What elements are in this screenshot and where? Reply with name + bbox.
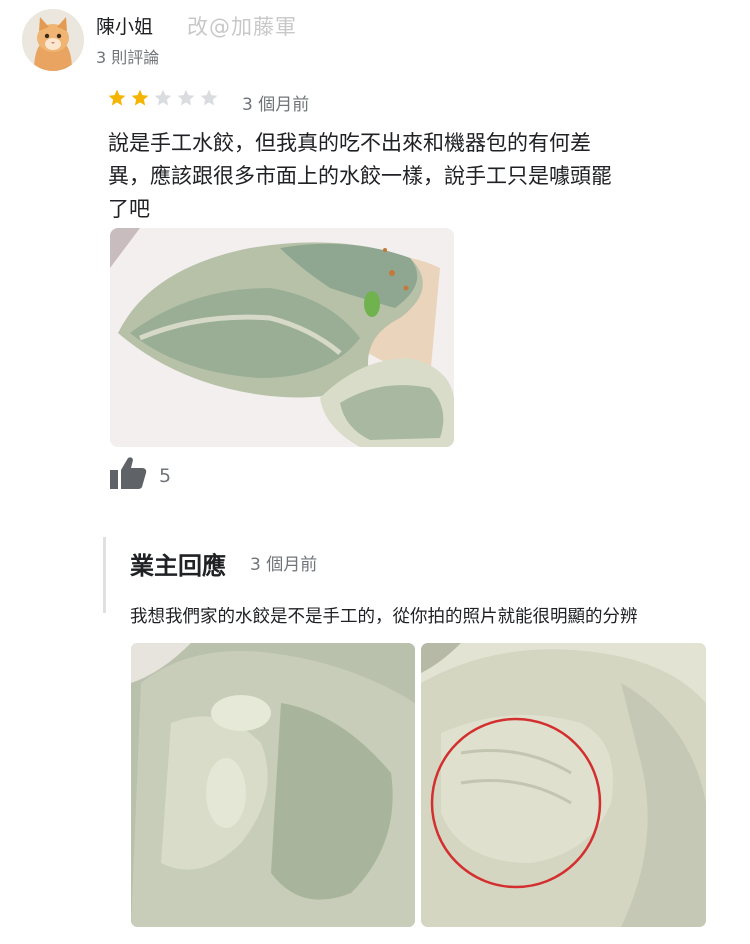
reviewer-name[interactable]: 陳小姐 <box>96 12 153 39</box>
thumbs-up-icon[interactable] <box>108 455 148 491</box>
star-filled-icon <box>108 89 126 106</box>
star-rating <box>107 88 219 108</box>
owner-photo-right[interactable] <box>421 643 706 927</box>
reviewer-review-count: 3 則評論 <box>96 48 160 67</box>
star-filled-icon <box>131 89 149 106</box>
watermark-text: 改@加藤軍 <box>187 15 297 39</box>
owner-photo-left[interactable] <box>131 643 415 927</box>
owner-response-title: 業主回應 <box>130 552 226 580</box>
owner-response-divider <box>103 537 106 613</box>
reviewer-avatar[interactable] <box>22 9 84 71</box>
owner-response-text: 我想我們家的水餃是不是手工的，從你拍的照片就能很明顯的分辨 <box>130 607 638 627</box>
star-empty-icon <box>154 89 172 106</box>
like-count: 5 <box>159 465 172 487</box>
star-empty-icon <box>177 89 195 106</box>
star-empty-icon <box>200 89 218 106</box>
review-time: 3 個月前 <box>242 95 310 115</box>
review-photo[interactable] <box>110 228 454 447</box>
review-text: 說是手工水餃，但我真的吃不出來和機器包的有何差 異，應該跟很多市面上的水餃一樣，… <box>108 131 612 221</box>
owner-response-time: 3 個月前 <box>250 555 318 575</box>
